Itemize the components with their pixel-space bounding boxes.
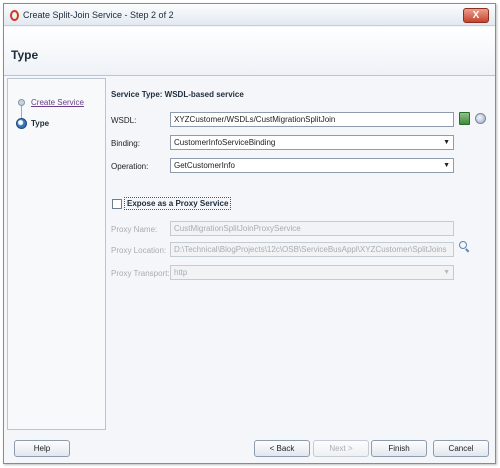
proxy-name-label: Proxy Name: [111,225,158,234]
cancel-button[interactable]: Cancel [433,440,489,457]
close-button[interactable]: X [463,8,489,23]
wsdl-field[interactable]: XYZCustomer/WSDLs/CustMigrationSplitJoin [170,112,454,127]
service-type-label: Service Type: WSDL-based service [111,90,244,99]
expose-proxy-label[interactable]: Expose as a Proxy Service [124,197,232,210]
proxy-transport-select[interactable]: http [170,265,454,280]
oracle-app-icon [10,10,19,21]
step-current-icon [16,118,27,129]
next-button[interactable]: Next > [313,440,369,457]
page-header: Type [4,27,495,76]
proxy-location-field[interactable]: D:\Technical\BlogProjects\12c\OSB\Servic… [170,242,454,257]
wizard-dialog: Create Split-Join Service - Step 2 of 2 … [3,3,496,464]
search-icon[interactable] [459,241,470,253]
browse-wsdl-icon[interactable] [459,112,470,125]
step-done-icon [18,99,25,106]
wizard-steps-panel: Create Service Type [7,78,106,430]
wsdl-label: WSDL: [111,116,137,125]
search-icon-handle [465,248,470,253]
edit-wsdl-icon[interactable] [475,113,486,124]
binding-select[interactable]: CustomerInfoServiceBinding [170,135,454,150]
finish-button[interactable]: Finish [371,440,427,457]
title-bar: Create Split-Join Service - Step 2 of 2 … [4,4,495,26]
step-link-create-service[interactable]: Create Service [31,98,84,107]
binding-label: Binding: [111,139,140,148]
operation-label: Operation: [111,162,149,171]
proxy-location-label: Proxy Location: [111,246,167,255]
help-button[interactable]: Help [14,440,70,457]
expose-proxy-checkbox[interactable] [112,199,122,209]
proxy-name-field[interactable]: CustMigrationSplitJoinProxyService [170,221,454,236]
proxy-transport-label: Proxy Transport: [111,269,170,278]
step-current-type: Type [31,119,50,128]
page-title: Type [11,48,39,62]
back-button[interactable]: < Back [254,440,310,457]
window-title: Create Split-Join Service - Step 2 of 2 [23,10,174,20]
operation-select[interactable]: GetCustomerInfo [170,158,454,173]
button-bar: Help < Back Next > Finish Cancel [4,433,495,464]
step-content: Service Type: WSDL-based service WSDL: X… [107,78,495,430]
